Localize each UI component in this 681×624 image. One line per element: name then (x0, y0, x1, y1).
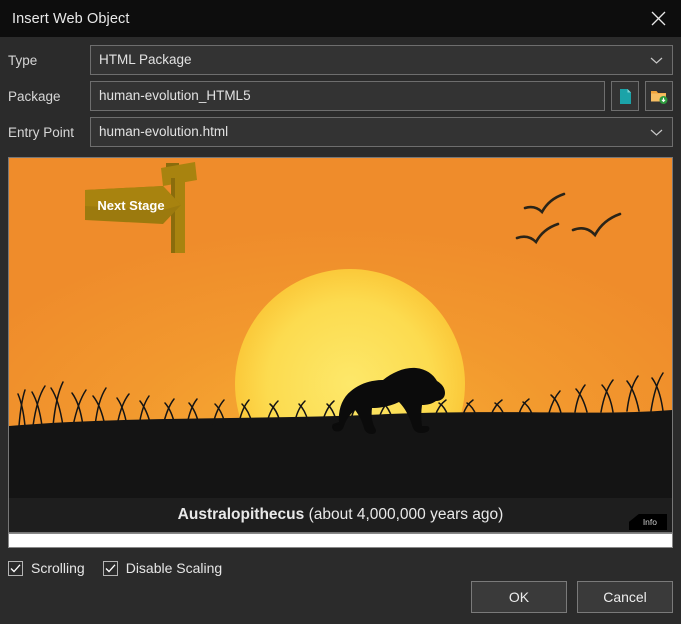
species-name: Australopithecus (177, 506, 305, 523)
entry-point-dropdown[interactable]: human-evolution.html (90, 117, 673, 147)
folder-download-icon (651, 91, 668, 104)
checkmark-icon (105, 563, 116, 572)
disable-scaling-checkbox[interactable]: Disable Scaling (102, 560, 223, 576)
close-button[interactable] (635, 0, 681, 37)
checkmark-icon (10, 563, 21, 572)
chevron-down-icon (650, 125, 663, 140)
options-row: Scrolling Disable Scaling (0, 548, 681, 576)
type-field-wrap: HTML Package (90, 45, 673, 75)
entry-point-value: human-evolution.html (99, 124, 229, 140)
insert-web-object-dialog: Insert Web Object Type HTML Package Pack… (0, 0, 681, 624)
caption-bar: Australopithecus (about 4,000,000 years … (9, 498, 672, 532)
scrolling-checkbox[interactable]: Scrolling (8, 560, 85, 576)
form-section: Type HTML Package Package human-evolutio… (0, 37, 681, 153)
species-age: (about 4,000,000 years ago) (304, 506, 504, 523)
document-icon (619, 88, 631, 104)
checkbox-box (8, 560, 23, 576)
entry-point-field-wrap: human-evolution.html (90, 117, 673, 147)
title-bar: Insert Web Object (0, 0, 681, 37)
ok-button[interactable]: OK (471, 581, 567, 613)
package-value: human-evolution_HTML5 (99, 88, 251, 104)
entry-point-row: Entry Point human-evolution.html (8, 117, 673, 147)
window-title: Insert Web Object (12, 10, 130, 27)
package-input[interactable]: human-evolution_HTML5 (90, 81, 605, 111)
type-row: Type HTML Package (8, 45, 673, 75)
chevron-down-icon (650, 53, 663, 68)
entry-point-label: Entry Point (8, 124, 75, 140)
dialog-footer: OK Cancel (471, 581, 673, 613)
checkbox-box (102, 560, 118, 576)
preview-scene: Next Stage (9, 158, 672, 500)
species-caption: Australopithecus (about 4,000,000 years … (178, 506, 504, 524)
package-row: Package human-evolution_HTML5 (8, 81, 673, 111)
close-icon (651, 11, 665, 26)
scrolling-label: Scrolling (31, 560, 85, 576)
package-browse-button[interactable] (645, 81, 673, 111)
type-dropdown[interactable]: HTML Package (90, 45, 673, 75)
disable-scaling-label: Disable Scaling (125, 560, 223, 576)
sunset-scene-illustration: Next Stage (9, 158, 672, 500)
package-label: Package (8, 88, 61, 104)
package-field-wrap: human-evolution_HTML5 (90, 81, 673, 111)
info-tab-label: Info (642, 517, 657, 527)
package-document-button[interactable] (611, 81, 639, 111)
type-label: Type (8, 52, 38, 68)
web-object-preview[interactable]: Next Stage Australopithecus (about 4,000… (8, 157, 673, 533)
cancel-button[interactable]: Cancel (577, 581, 673, 613)
preview-horizontal-scrollbar[interactable] (8, 533, 673, 548)
sign-label: Next Stage (97, 198, 164, 213)
type-value: HTML Package (99, 52, 192, 68)
